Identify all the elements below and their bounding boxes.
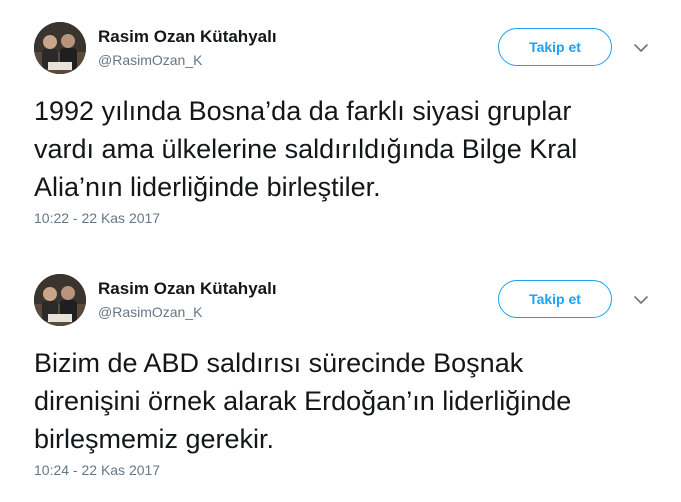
tweet-text-line: Bizim de ABD saldırısı sürecinde Boşnak: [34, 348, 524, 378]
tweet-text-line: 1992 yılında Bosna’da da farklı siyasi g…: [34, 96, 572, 126]
chevron-down-icon[interactable]: [630, 38, 652, 58]
chevron-down-icon[interactable]: [630, 290, 652, 310]
user-handle[interactable]: @RasimOzan_K: [98, 52, 202, 68]
avatar[interactable]: [34, 22, 86, 74]
user-handle[interactable]: @RasimOzan_K: [98, 304, 202, 320]
display-name[interactable]: Rasim Ozan Kütahyalı: [98, 27, 277, 47]
follow-button[interactable]: Takip et: [498, 280, 612, 318]
tweet-timestamp[interactable]: 10:22 - 22 Kas 2017: [34, 210, 160, 226]
tweet-text-line: Alia’nın liderliğinde birleştiler.: [34, 172, 381, 202]
tweet-text-line: birleşmemiz gerekir.: [34, 424, 275, 454]
follow-button[interactable]: Takip et: [498, 28, 612, 66]
display-name[interactable]: Rasim Ozan Kütahyalı: [98, 279, 277, 299]
tweet-timestamp[interactable]: 10:24 - 22 Kas 2017: [34, 462, 160, 478]
tweet: Rasim Ozan Kütahyalı @RasimOzan_K Takip …: [0, 0, 681, 250]
tweet-text-line: direnişini örnek alarak Erdoğan’ın lider…: [34, 386, 572, 416]
tweet-text: 1992 yılında Bosna’da da farklı siyasi g…: [34, 92, 664, 206]
avatar[interactable]: [34, 274, 86, 326]
tweet-text-line: vardı ama ülkelerine saldırıldığında Bil…: [34, 134, 578, 164]
tweet: Rasim Ozan Kütahyalı @RasimOzan_K Takip …: [0, 252, 681, 502]
tweet-text: Bizim de ABD saldırısı sürecinde Boşnak …: [34, 344, 664, 458]
